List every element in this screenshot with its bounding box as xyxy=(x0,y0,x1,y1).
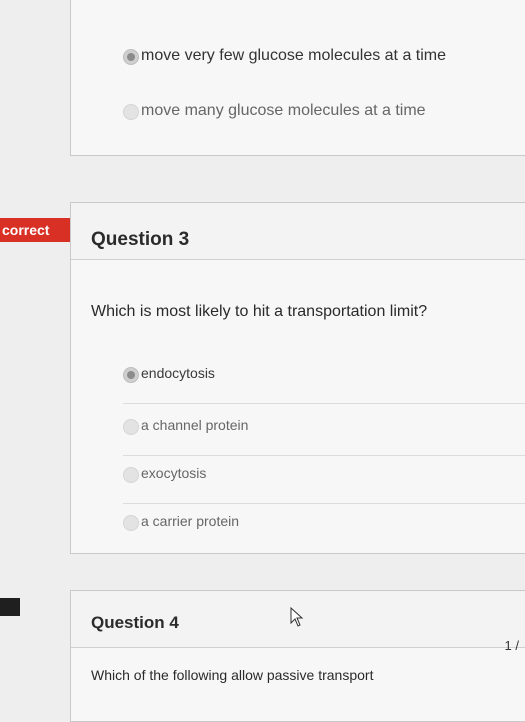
answer-label: a channel protein xyxy=(141,417,249,433)
answer-label: a carrier protein xyxy=(141,513,240,529)
question-text: Which of the following allow passive tra… xyxy=(91,667,374,683)
question-header: Question 3 xyxy=(71,203,525,260)
answer-label: move very few glucose molecules at a tim… xyxy=(141,47,447,64)
mouse-pointer-icon xyxy=(290,607,304,627)
answer-option[interactable]: exocytosis xyxy=(123,463,525,504)
radio-icon[interactable] xyxy=(123,419,139,435)
question-title: Question 4 xyxy=(91,613,179,632)
arrow-right-icon xyxy=(0,598,20,616)
answer-label: exocytosis xyxy=(141,465,207,481)
answer-option[interactable]: endocytosis xyxy=(123,363,525,404)
radio-icon[interactable] xyxy=(123,467,139,483)
answer-option[interactable]: a channel protein xyxy=(123,415,525,456)
correct-badge: correct xyxy=(0,218,88,242)
answer-option[interactable]: a carrier protein xyxy=(123,511,525,551)
question-text: Which is most likely to hit a transporta… xyxy=(91,303,428,320)
previous-question-card: move very few glucose molecules at a tim… xyxy=(70,0,525,156)
answer-option[interactable]: move many glucose molecules at a time xyxy=(123,100,525,140)
radio-icon[interactable] xyxy=(123,515,139,531)
answer-option[interactable]: move very few glucose molecules at a tim… xyxy=(123,45,525,85)
radio-icon[interactable] xyxy=(123,104,139,120)
answer-label: endocytosis xyxy=(141,365,215,381)
question-3-card: Question 3 Which is most likely to hit a… xyxy=(70,202,525,554)
question-title: Question 3 xyxy=(91,229,190,250)
answer-label: move many glucose molecules at a time xyxy=(141,102,426,119)
radio-selected-icon[interactable] xyxy=(123,49,139,65)
radio-selected-icon[interactable] xyxy=(123,367,139,383)
question-score: 1 / xyxy=(504,638,519,653)
